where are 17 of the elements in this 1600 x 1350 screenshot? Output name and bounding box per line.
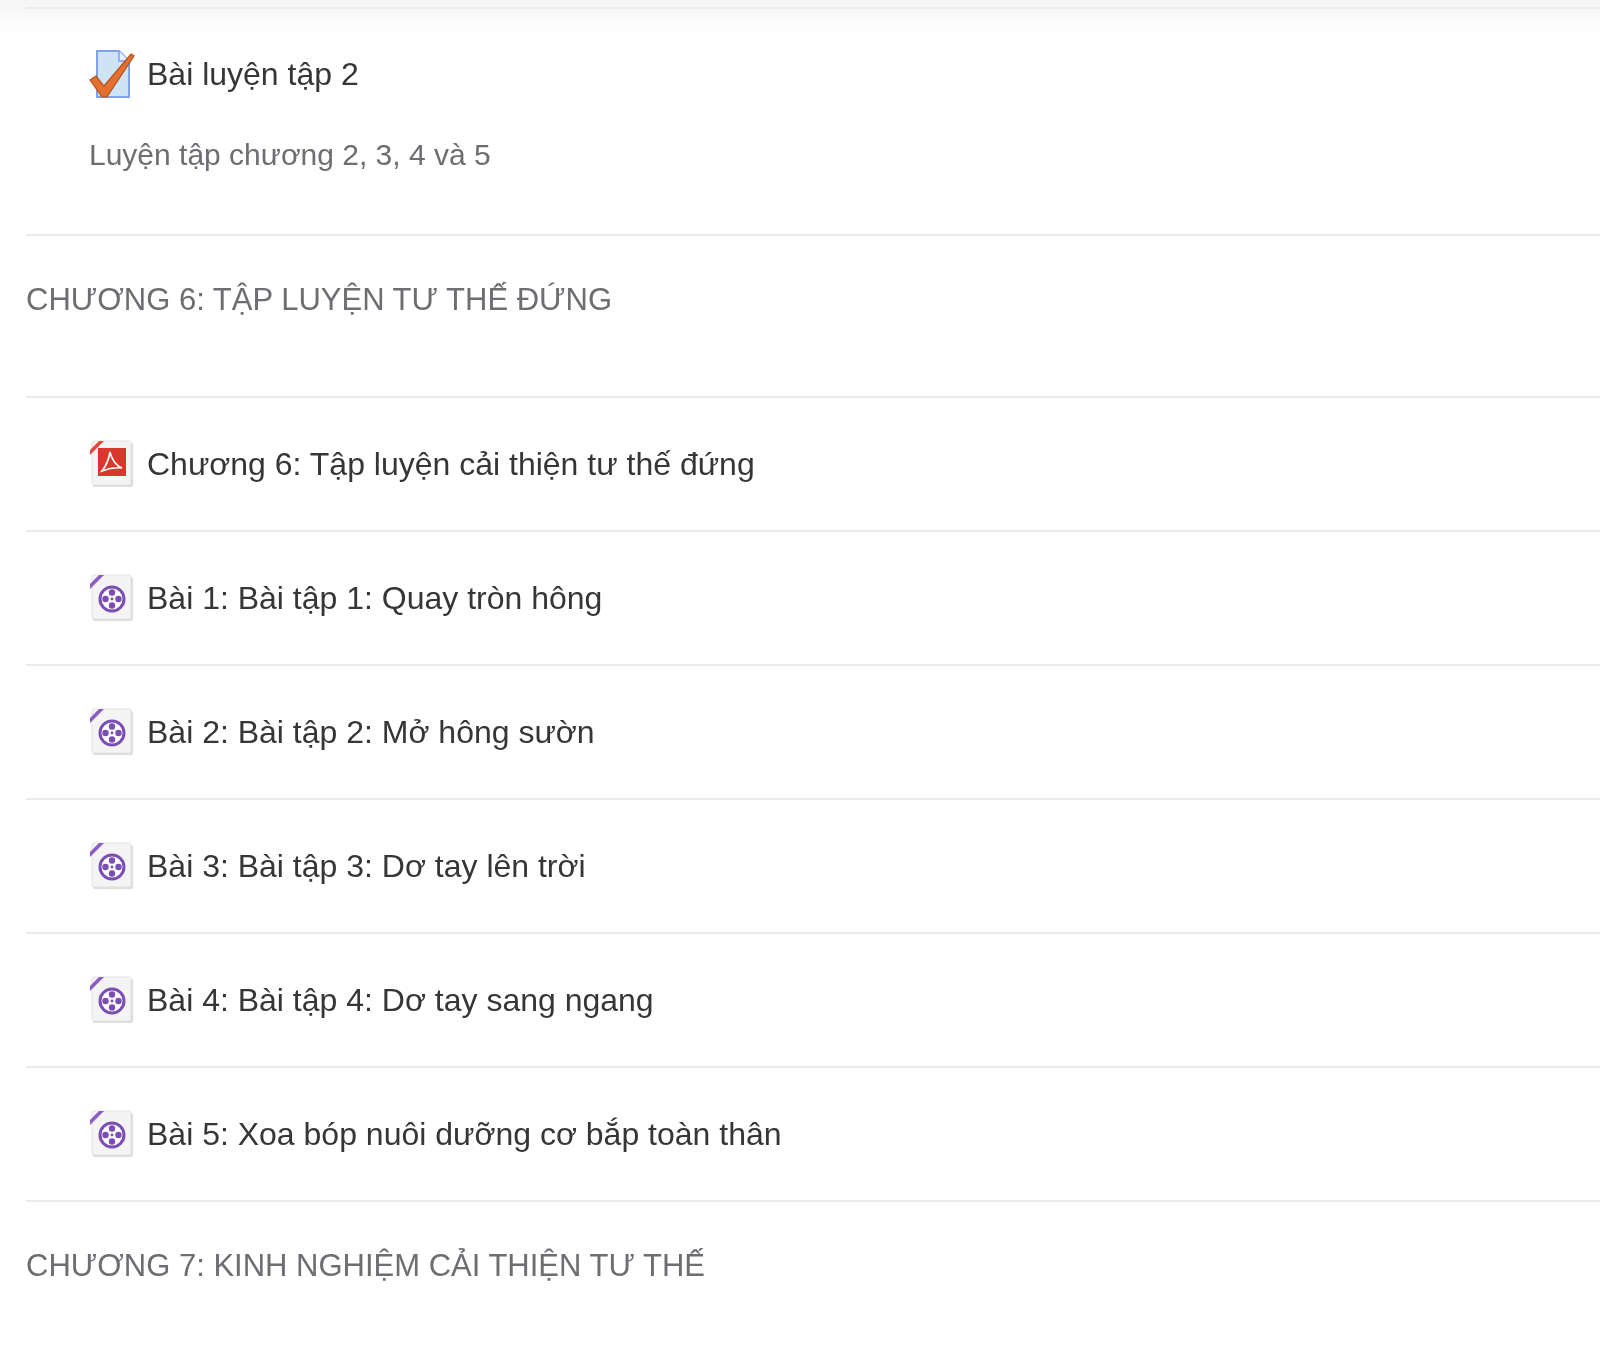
pdf-file-icon — [89, 440, 135, 488]
activity-link[interactable]: Bài 5: Xoa bóp nuôi dưỡng cơ bắp toàn thân — [147, 1114, 782, 1154]
activity-link[interactable]: Bài 2: Bài tập 2: Mở hông sườn — [147, 712, 595, 752]
activity-link[interactable]: Bài 3: Bài tập 3: Dơ tay lên trời — [147, 846, 586, 886]
section-heading: CHƯƠNG 7: KINH NGHIỆM CẢI THIỆN TƯ THẾ — [26, 1247, 706, 1285]
film-reel-file-icon — [89, 1110, 135, 1158]
activity-link[interactable]: Bài luyện tập 2 — [147, 54, 359, 94]
film-reel-file-icon — [89, 842, 135, 890]
section-heading: CHƯƠNG 6: TẬP LUYỆN TƯ THẾ ĐỨNG — [26, 281, 614, 319]
film-reel-file-icon — [89, 976, 135, 1024]
film-reel-file-icon — [89, 574, 135, 622]
checkmark-document-icon — [89, 50, 135, 98]
activity-link[interactable]: Chương 6: Tập luyện cải thiện tư thế đứng — [147, 444, 755, 484]
film-reel-file-icon — [89, 708, 135, 756]
activity-link[interactable]: Bài 1: Bài tập 1: Quay tròn hông — [147, 578, 603, 618]
activity-link[interactable]: Bài 4: Bài tập 4: Dơ tay sang ngang — [147, 980, 654, 1020]
activity-description: Luyện tập chương 2, 3, 4 và 5 — [89, 137, 492, 173]
